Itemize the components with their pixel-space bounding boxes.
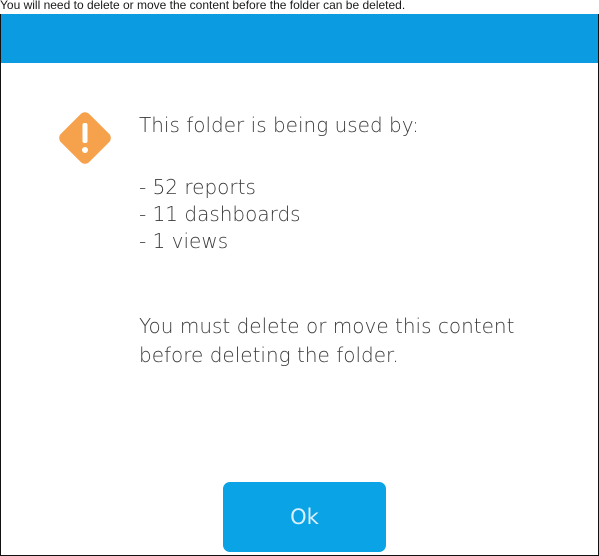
page: You will need to delete or move the cont… bbox=[0, 0, 599, 556]
list-item: - 11 dashboards bbox=[139, 202, 301, 226]
list-item: - 52 reports bbox=[139, 175, 256, 199]
usage-intro: This folder is being used by: bbox=[139, 113, 419, 137]
folder-in-use-dialog: This folder is being used by: - 52 repor… bbox=[0, 14, 599, 556]
usage-list: - 52 reports - 11 dashboards - 1 views bbox=[139, 174, 301, 255]
dialog-header bbox=[1, 14, 598, 63]
caption-text: You will need to delete or move the cont… bbox=[0, 0, 406, 12]
ok-button[interactable]: Ok bbox=[223, 482, 386, 552]
warning-diamond-icon bbox=[53, 106, 117, 170]
instruction-message: You must delete or move this content bef… bbox=[139, 314, 515, 367]
list-item: - 1 views bbox=[139, 229, 229, 253]
